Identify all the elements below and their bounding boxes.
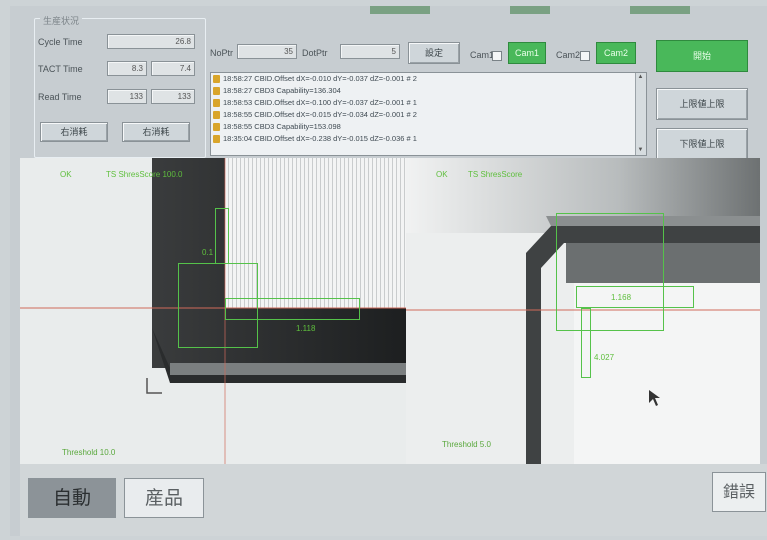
top-status-strip: [40, 6, 760, 14]
lower-limit-button[interactable]: 下限値上限: [656, 128, 748, 160]
cam1-label: Cam1: [470, 50, 495, 60]
bottom-navigation: 自動 産品 錯誤: [20, 464, 767, 536]
param1-field[interactable]: 35: [237, 44, 297, 59]
left-threshold-text: Threshold 10.0: [62, 448, 116, 457]
scroll-up-icon[interactable]: ▲: [637, 74, 644, 81]
log-entry-icon: [213, 75, 220, 83]
left-status-text: OK: [60, 170, 72, 179]
status-strip-segment: [630, 6, 690, 14]
right-measure-b: 4.027: [594, 353, 615, 362]
start-button[interactable]: 開始: [656, 40, 748, 72]
log-entry-icon: [213, 111, 220, 119]
right-header-text: TS ShresScore: [468, 170, 523, 179]
log-row: 18:58:27 CBD3 Capability=136.304: [211, 85, 646, 97]
scroll-down-icon[interactable]: ▼: [637, 147, 644, 154]
log-row: 18:58:27 CBID.Offset dX=-0.010 dY=-0.037…: [211, 73, 646, 85]
cam2-checkbox[interactable]: [580, 51, 590, 61]
log-row: 18:58:55 CBD3 Capability=153.098: [211, 121, 646, 133]
left-measure-a: 0.1: [202, 248, 214, 257]
left-measure-b: 1.118: [296, 324, 316, 333]
axis-indicator-icon: [146, 378, 162, 394]
param2-label: DotPtr: [302, 48, 328, 58]
log-row: 18:35:04 CBID.Offset dX=-0.238 dY=-0.015…: [211, 133, 646, 145]
right-consume-button[interactable]: 右消耗: [122, 122, 190, 142]
left-roi-box: [225, 298, 360, 320]
cycle-time-field: 26.8: [107, 34, 195, 49]
event-log-list[interactable]: 18:58:27 CBID.Offset dX=-0.010 dY=-0.037…: [210, 72, 647, 156]
cam1-checkbox[interactable]: [492, 51, 502, 61]
cam2-label: Cam2: [556, 50, 581, 60]
right-roi-box: [576, 286, 694, 308]
right-roi-box: [556, 213, 664, 331]
log-entry-icon: [213, 123, 220, 131]
product-button[interactable]: 産品: [124, 478, 204, 518]
cam1-button[interactable]: Cam1: [508, 42, 546, 64]
right-threshold-text: Threshold 5.0: [442, 440, 491, 449]
hmi-screen: 生産状況 Cycle Time 26.8 TACT Time 8.3 7.4 R…: [10, 6, 767, 536]
log-scrollbar[interactable]: ▲ ▼: [635, 73, 646, 155]
cam2-button[interactable]: Cam2: [596, 42, 636, 64]
tact-time-label: TACT Time: [38, 64, 83, 74]
param2-field[interactable]: 5: [340, 44, 400, 59]
panel-title: 生産状況: [40, 14, 83, 27]
tact-time-field-2: 7.4: [151, 61, 195, 76]
auto-mode-button[interactable]: 自動: [28, 478, 116, 518]
read-time-label: Read Time: [38, 92, 82, 102]
status-strip-segment: [370, 6, 430, 14]
log-row: 18:58:53 CBID.Offset dX=-0.100 dY=-0.037…: [211, 97, 646, 109]
left-consume-button[interactable]: 右消耗: [40, 122, 108, 142]
left-header-text: TS ShresScore 100.0: [106, 170, 183, 179]
right-roi-box: [581, 308, 591, 378]
tact-time-field-1: 8.3: [107, 61, 147, 76]
set-button[interactable]: 設定: [408, 42, 460, 64]
param1-label: NoPtr: [210, 48, 234, 58]
log-entry-icon: [213, 87, 220, 95]
left-roi-box: [215, 208, 229, 264]
log-row: 18:58:55 CBID.Offset dX=-0.015 dY=-0.034…: [211, 109, 646, 121]
status-strip-segment: [510, 6, 550, 14]
right-status-text: OK: [436, 170, 448, 179]
right-measure-a: 1.168: [611, 293, 632, 302]
camera-view-left: OK TS ShresScore 100.0 0.1 1.118 Thresho…: [20, 158, 406, 464]
cycle-time-label: Cycle Time: [38, 37, 83, 47]
read-time-field-2: 133: [151, 89, 195, 104]
error-button[interactable]: 錯誤: [712, 472, 766, 512]
read-time-field-1: 133: [107, 89, 147, 104]
camera-view-right: OK TS ShresScore 1.168 4.027 Threshold 5…: [406, 158, 760, 464]
log-entry-icon: [213, 135, 220, 143]
upper-limit-button[interactable]: 上限値上限: [656, 88, 748, 120]
log-entry-icon: [213, 99, 220, 107]
